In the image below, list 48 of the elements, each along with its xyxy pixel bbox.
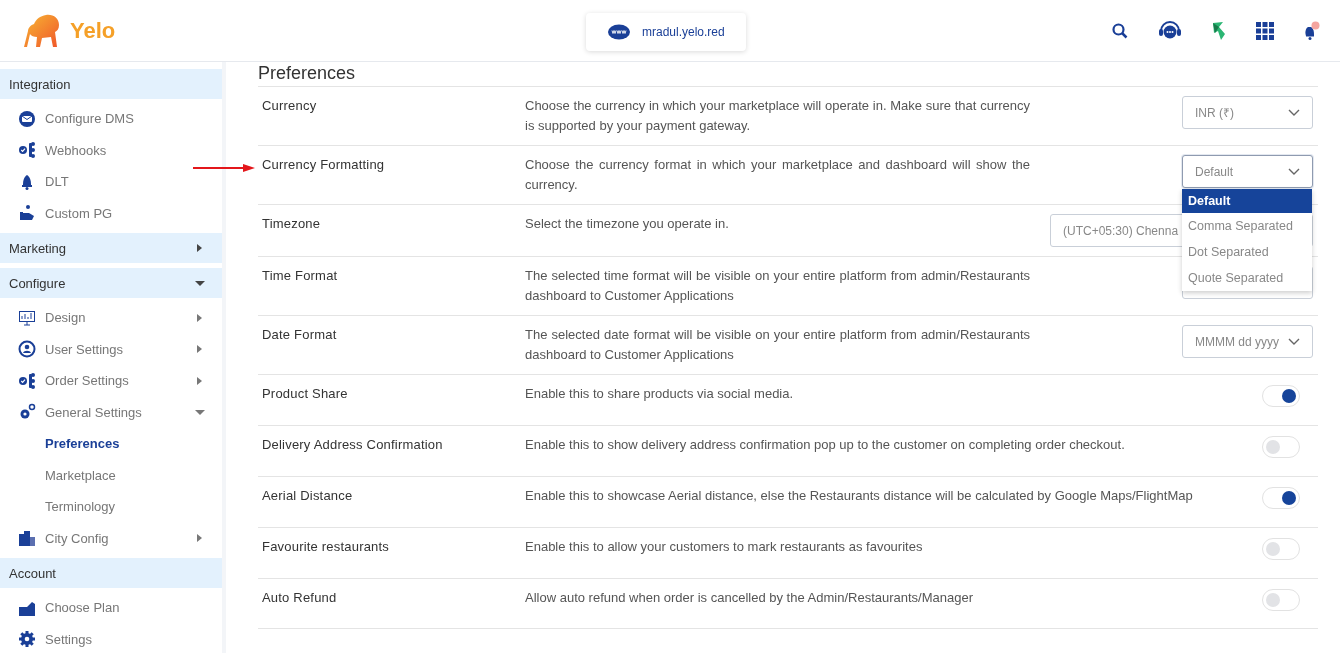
sidebar-subitem[interactable]: Marketplace bbox=[0, 459, 222, 491]
setting-description: Choose the currency in which your marketplace will operate in. Make sure that currency is supported by your payment gateway. bbox=[525, 97, 1030, 135]
sidebar-item[interactable]: Choose Plan bbox=[0, 592, 222, 624]
setting-description: Enable this to show delivery address confirmation pop up to the customer on completing order checkout. bbox=[525, 436, 1126, 454]
setting-label: Currency Formatting bbox=[262, 156, 386, 172]
setting-description: The selected time format will be visible on your entire platform from admin/Restaurants dashboard to Customer Applications bbox=[525, 267, 1030, 305]
setting-description: Choose the currency format in which your marketplace and dashboard will show the currency. bbox=[525, 156, 1030, 194]
setting-label: Timezone bbox=[262, 215, 322, 231]
setting-label: Favourite restaurants bbox=[262, 538, 391, 554]
setting-description: Select the timezone you operate in. bbox=[525, 215, 730, 233]
domain-pill[interactable]: mradul.yelo.red bbox=[586, 13, 746, 51]
select-field[interactable]: INR (₹) bbox=[1182, 96, 1313, 129]
sidebar-item[interactable]: Order Settings bbox=[0, 365, 222, 397]
sidebar-item[interactable]: Settings bbox=[0, 623, 222, 653]
page-title: Preferences bbox=[258, 62, 357, 85]
setting-label: Aerial Distance bbox=[262, 487, 354, 503]
setting-label: Date Format bbox=[262, 326, 338, 342]
sidebar-item[interactable]: DLT bbox=[0, 166, 222, 198]
sidebar-subitem[interactable]: Preferences bbox=[0, 428, 222, 460]
setting-description: The selected date format will be visible on your entire platform from admin/Restaurants dashboard to Customer Applications bbox=[525, 326, 1030, 364]
sidebar-item[interactable]: Custom PG bbox=[0, 197, 222, 229]
sidebar-section-header[interactable]: Marketing bbox=[0, 233, 222, 263]
sidebar-item[interactable]: Webhooks bbox=[0, 134, 222, 166]
sidebar-item[interactable]: User Settings bbox=[0, 333, 222, 365]
dropdown-option[interactable]: Quote Separated bbox=[1182, 265, 1312, 291]
setting-label: Product Share bbox=[262, 385, 349, 401]
dropdown-option[interactable]: Default bbox=[1182, 189, 1312, 213]
sidebar-item[interactable]: City Config bbox=[0, 522, 222, 554]
sidebar-subitem[interactable]: Terminology bbox=[0, 491, 222, 523]
setting-label: Currency bbox=[262, 97, 318, 113]
sidebar-section-header[interactable]: Configure bbox=[0, 268, 222, 298]
sidebar-section-header[interactable]: Integration bbox=[0, 69, 222, 99]
setting-description: Enable this to share products via social media. bbox=[525, 385, 795, 403]
setting-label: Time Format bbox=[262, 267, 339, 283]
setting-description: Allow auto refund when order is cancelled by the Admin/Restaurants/Manager bbox=[525, 589, 975, 607]
setting-description: Enable this to allow your customers to mark restaurants as favourites bbox=[525, 538, 924, 556]
sidebar-item[interactable]: Configure DMS bbox=[0, 103, 222, 135]
domain-text: mradul.yelo.red bbox=[642, 25, 725, 39]
dropdown-option[interactable]: Comma Separated bbox=[1182, 213, 1312, 239]
sidebar-item[interactable]: Design bbox=[0, 302, 222, 334]
select-field[interactable]: MMMM dd yyyy bbox=[1182, 325, 1313, 358]
brand-name: Yelo bbox=[70, 17, 116, 44]
setting-description: Enable this to showcase Aerial distance, else the Restaurants distance will be calculated by Google Maps/FlightMap bbox=[525, 487, 1194, 505]
sidebar-section-header[interactable]: Account bbox=[0, 558, 222, 588]
select-field[interactable]: Default bbox=[1182, 155, 1313, 188]
setting-label: Delivery Address Confirmation bbox=[262, 436, 444, 452]
sidebar-item[interactable]: General Settings bbox=[0, 396, 222, 428]
setting-label: Auto Refund bbox=[262, 589, 338, 605]
